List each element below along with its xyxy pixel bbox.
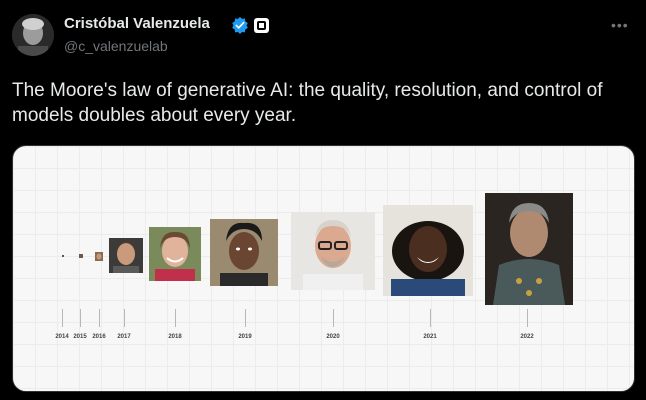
face-2014-image [62,255,64,257]
timeline-year-label-2022: 2022 [520,334,534,340]
timeline-tick-2021 [430,309,431,327]
face-2017-image [109,238,143,273]
face-2020-image [291,212,375,290]
more-dots-icon[interactable]: ••• [611,17,629,33]
timeline-tick-2020 [333,309,334,327]
timeline-year-label-2014: 2014 [55,334,69,340]
face-2015-image [79,254,83,258]
timeline-year-label-2020: 2020 [326,334,340,340]
verified-badge-icon [231,16,249,34]
author-handle[interactable]: @c_valenzuelab [64,38,168,54]
face-2018-image [149,227,201,281]
avatar[interactable] [12,14,54,56]
tweet-media[interactable]: 2014 2015 2016 2017 2018 2019 2020 2021 2022 [12,145,635,392]
timeline-year-label-2018: 2018 [168,334,182,340]
author-name[interactable]: Cristóbal Valenzuela [64,15,210,32]
timeline-tick-2018 [175,309,176,327]
timeline-tick-2015 [80,309,81,327]
face-2021-image [383,205,473,296]
timeline-year-label-2016: 2016 [92,334,106,340]
face-2016-image [95,252,103,261]
timeline-tick-2022 [527,309,528,327]
tweet-text: The Moore's law of generative AI: the qu… [12,80,603,126]
timeline-tick-2017 [124,309,125,327]
timeline-tick-2016 [99,309,100,327]
timeline-tick-2019 [245,309,246,327]
timeline-tick-2014 [62,309,63,327]
face-2019-image [210,219,278,286]
timeline-year-label-2017: 2017 [117,334,131,340]
timeline-year-label-2019: 2019 [238,334,252,340]
runway-affiliate-badge-icon[interactable] [254,18,269,33]
face-2022-image [485,193,573,305]
timeline-year-label-2015: 2015 [73,334,87,340]
timeline-year-label-2021: 2021 [423,334,437,340]
